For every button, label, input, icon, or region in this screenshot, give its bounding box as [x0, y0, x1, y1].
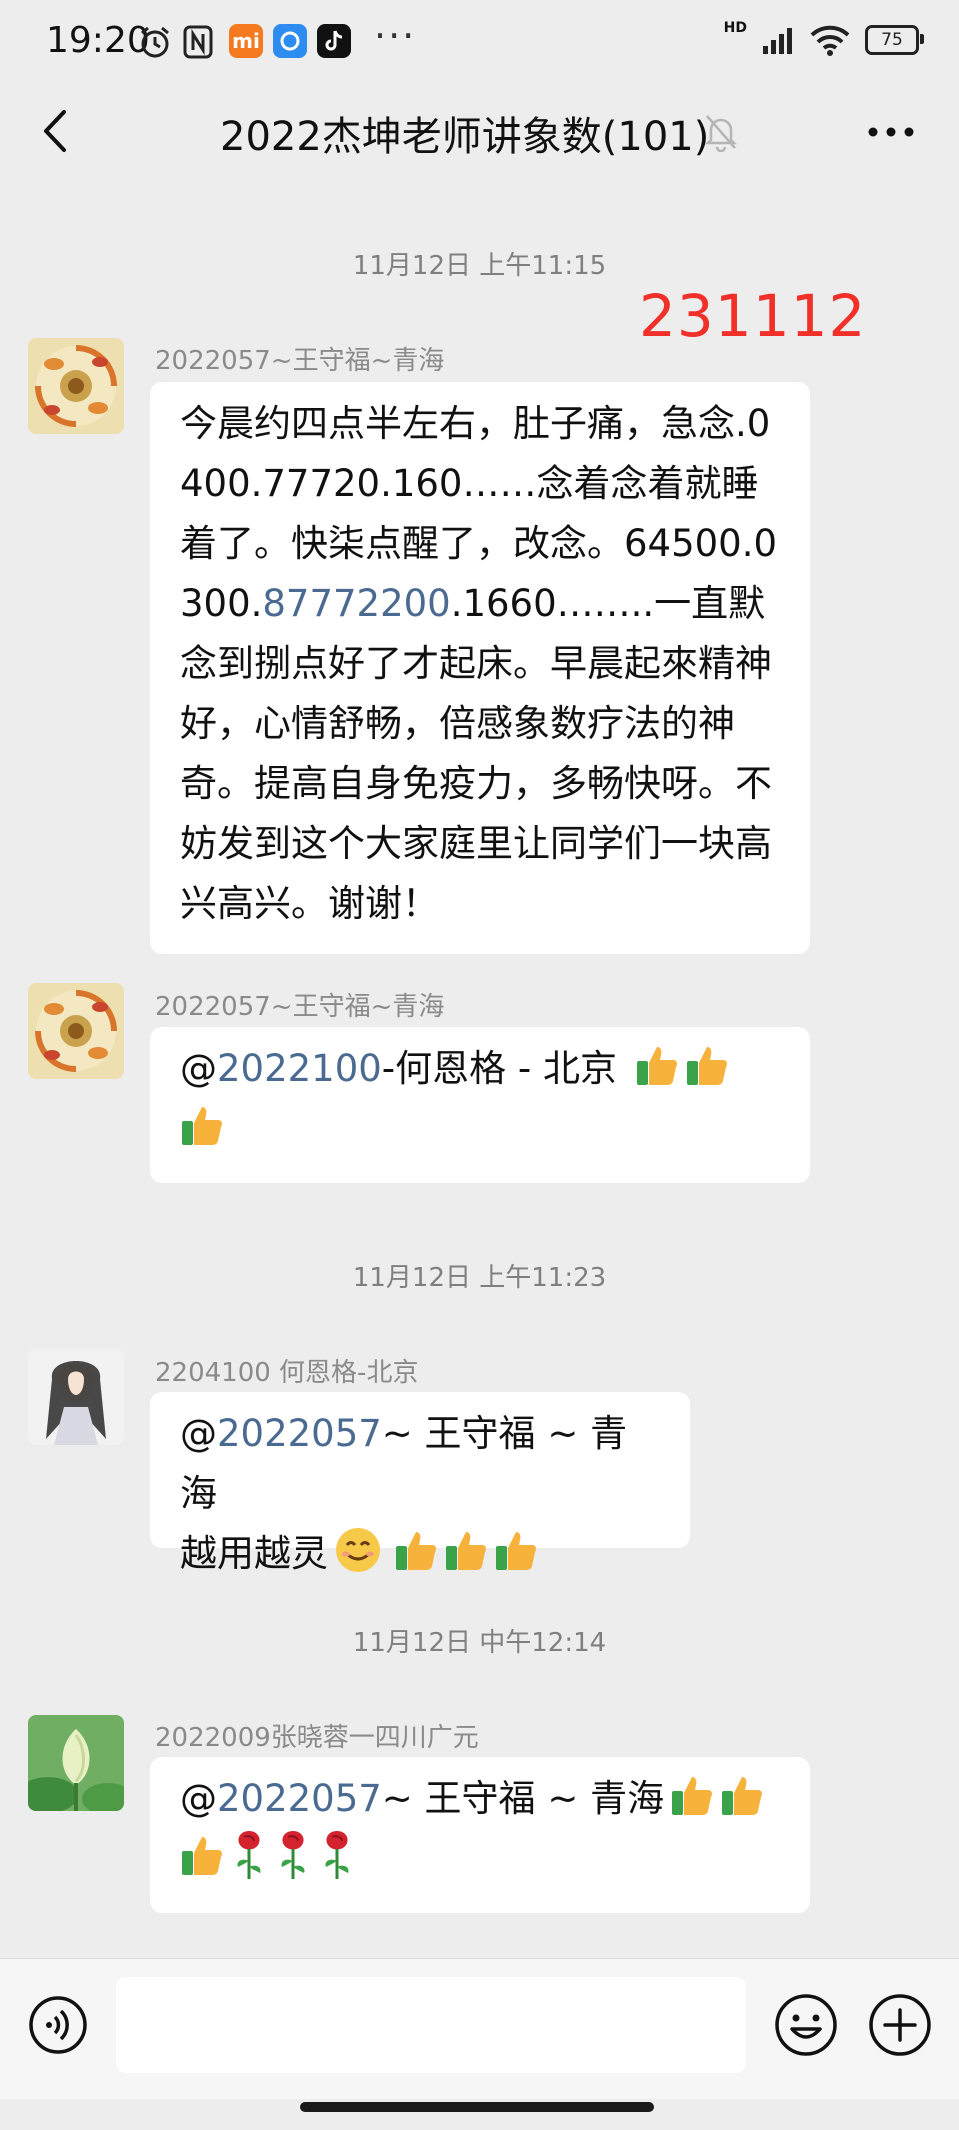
alarm-icon [141, 26, 169, 58]
battery-icon: 75 [865, 25, 924, 55]
mention-link[interactable]: 2022057 [217, 1412, 382, 1455]
message-input-bar [0, 1958, 959, 2099]
thumbs-up-icon [182, 1837, 222, 1875]
chat-header: 2022杰坤老师讲象数(101) [0, 86, 959, 182]
emoji-icon[interactable] [774, 1993, 838, 2057]
thumbs-up-icon [686, 1047, 727, 1085]
avatar[interactable] [28, 1349, 124, 1445]
message-text: .1660……..一直默念到捌点好了才起床。早晨起來精神好，心情舒畅，倍感象数疗… [180, 582, 772, 925]
message-bubble[interactable]: @2022057~ 王守福 ~ 青海 越用越灵 [150, 1392, 690, 1575]
plus-icon[interactable] [868, 1993, 932, 2057]
mention-link[interactable]: 2022057 [217, 1777, 382, 1820]
message-bubble[interactable]: 今晨约四点半左右，肚子痛，急念.0400.77720.160……念着念着就睡着了… [150, 382, 810, 954]
thumbs-up-icon [496, 1532, 536, 1570]
browser-app-icon [273, 24, 307, 58]
smile-emoji-icon [336, 1528, 380, 1572]
phone-number-link[interactable]: 87772200 [262, 582, 450, 625]
rose-icon [237, 1831, 261, 1879]
bell-off-icon [704, 115, 738, 152]
battery-level: 75 [881, 30, 903, 50]
sender-name: 2022009张晓蓉一四川广元 [155, 1723, 479, 1753]
thumbs-up-icon [182, 1107, 222, 1145]
message-timestamp: 11月12日 上午11:15 [352, 251, 607, 281]
chevron-left-icon[interactable] [36, 108, 76, 154]
message-text: -何恩格 - 北京 [381, 1047, 618, 1090]
rose-icon [325, 1831, 349, 1879]
avatar[interactable] [28, 338, 124, 434]
avatar[interactable] [28, 1715, 124, 1811]
mention-link[interactable]: 2022100 [217, 1047, 382, 1090]
wifi-icon [810, 25, 850, 56]
status-bar: 19:20 mi ··· HD 75 [0, 0, 959, 86]
at-sign: @ [180, 1777, 217, 1820]
thumbs-up-icon [722, 1777, 763, 1815]
sender-name: 2204100 何恩格-北京 [155, 1358, 419, 1388]
at-sign: @ [180, 1047, 217, 1090]
more-dots-icon[interactable] [867, 126, 915, 138]
thumbs-up-icon [636, 1047, 677, 1085]
message-input[interactable] [116, 1977, 746, 2073]
signal-icon [763, 28, 792, 54]
message-text: ~ 王守福 ~ 青海 [381, 1777, 665, 1820]
avatar[interactable] [28, 983, 124, 1079]
thumbs-up-icon [446, 1532, 486, 1570]
sender-name: 2022057~王守福~青海 [155, 346, 445, 376]
more-notifications: ··· [374, 14, 417, 58]
home-indicator[interactable] [300, 2102, 654, 2112]
chat-title: 2022杰坤老师讲象数(101) [220, 114, 710, 160]
red-overlay-number: 231112 [639, 282, 867, 350]
nfc-icon [183, 25, 213, 59]
message-bubble[interactable]: @2022057~ 王守福 ~ 青海 [150, 1757, 810, 1913]
thumbs-up-icon [396, 1532, 436, 1570]
sender-name: 2022057~王守福~青海 [155, 992, 445, 1022]
mi-app-icon: mi [229, 24, 263, 58]
tiktok-app-icon [317, 24, 351, 58]
thumbs-up-icon [672, 1777, 713, 1815]
network-type: HD [723, 20, 747, 36]
message-timestamp: 11月12日 中午12:14 [352, 1628, 607, 1658]
message-timestamp: 11月12日 上午11:23 [352, 1263, 607, 1293]
rose-icon [281, 1831, 305, 1879]
message-bubble[interactable]: @2022100-何恩格 - 北京 [150, 1027, 810, 1183]
message-text: 越用越灵 [180, 1532, 328, 1575]
voice-icon[interactable] [28, 1995, 88, 2055]
status-time: 19:20 [46, 20, 150, 61]
at-sign: @ [180, 1412, 217, 1455]
